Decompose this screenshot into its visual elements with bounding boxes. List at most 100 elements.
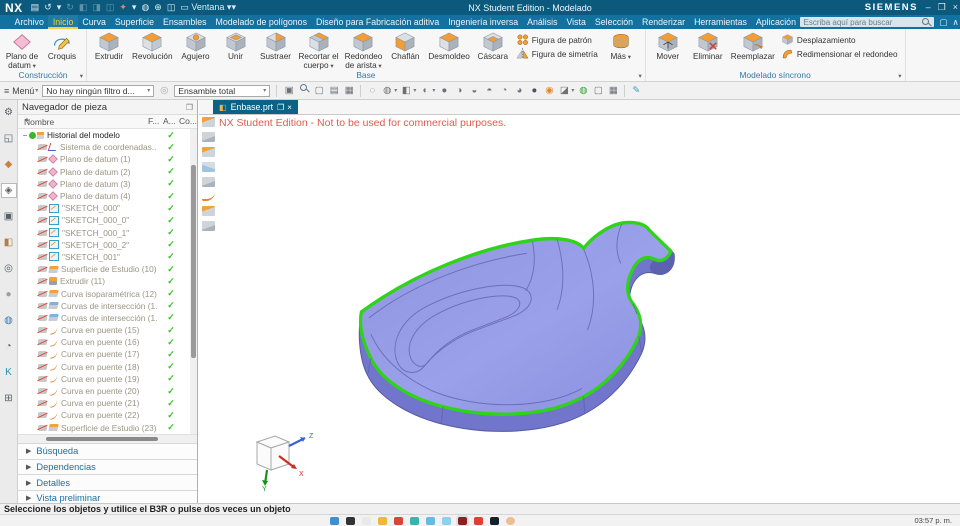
timestamp-check-icon[interactable]: ✓ [164, 264, 178, 275]
graphics-window[interactable]: ◧ Enbase.prt ❐ × NX Student Edition - Not… [199, 100, 960, 503]
timestamp-check-icon[interactable]: ✓ [164, 227, 178, 238]
display-sphere-6-icon[interactable]: ◕ [513, 85, 525, 97]
menu-tab-superficie[interactable]: Superficie [110, 15, 158, 29]
tree-row-curva-en-puente-21[interactable]: Curva en puente (21) ✓ [18, 397, 197, 409]
timestamp-check-icon[interactable]: ✓ [164, 215, 178, 226]
taskbar-app-lightblue[interactable] [426, 517, 435, 525]
window-layout-icon[interactable]: ▣ [283, 85, 295, 97]
taskbar-app-teal[interactable] [410, 517, 419, 525]
menu-tab-renderizar[interactable]: Renderizar [638, 15, 690, 29]
suppress-eye-icon[interactable] [38, 375, 47, 382]
search-input[interactable]: Escriba aquí para buscar [800, 17, 935, 27]
navigator-section-vista-preliminar[interactable]: ▶ Vista preliminar [18, 490, 197, 503]
tree-row-curva-en-puente-17[interactable]: Curva en puente (17) ✓ [18, 348, 197, 360]
menu-tab-archivo[interactable]: Archivo [10, 15, 48, 29]
navigator-section-detalles[interactable]: ▶ Detalles [18, 474, 197, 491]
fullscreen-icon[interactable]: ▢ [939, 17, 947, 28]
menu-tab-ingenieria-inversa[interactable]: Ingeniería inversa [444, 15, 523, 29]
ribbon-button-agujero[interactable]: Agujero [176, 31, 216, 61]
bridge-curve-icon[interactable] [202, 192, 215, 201]
machining-wizard-icon[interactable]: ⊞ [2, 392, 16, 405]
ribbon-button-sustraer[interactable]: Sustraer [256, 31, 296, 61]
taskbar-app-sky[interactable] [442, 517, 451, 525]
ribbon-button-plano-de-datum[interactable]: Plano de datum ▾ [2, 31, 42, 71]
cut-icon[interactable]: ◧ [79, 2, 88, 13]
timestamp-check-icon[interactable]: ✓ [164, 386, 178, 397]
navigator-section-busqueda[interactable]: ▶ Búsqueda [18, 443, 197, 459]
menu-tab-herramientas[interactable]: Herramientas [690, 15, 752, 29]
suppress-eye-icon[interactable] [38, 168, 47, 175]
tree-row-sketch-000-0[interactable]: "SKETCH_000_0" ✓ [18, 214, 197, 226]
suppress-eye-icon[interactable] [38, 266, 47, 273]
suppress-eye-icon[interactable] [38, 144, 47, 151]
information-window-icon[interactable]: ▤ [328, 85, 340, 97]
menu-tab-analisis[interactable]: Análisis [523, 15, 562, 29]
taskbar-app-dark[interactable] [490, 517, 499, 525]
selection-filter-dropdown[interactable]: No hay ningún filtro d... ▾ [42, 84, 155, 97]
find-feature-icon[interactable] [298, 84, 310, 97]
minimize-button[interactable]: – [926, 2, 931, 13]
suppress-eye-icon[interactable] [38, 253, 47, 260]
timestamp-check-icon[interactable]: ✓ [164, 312, 178, 323]
timestamp-check-icon[interactable]: ✓ [164, 349, 178, 360]
timestamp-check-icon[interactable]: ✓ [164, 325, 178, 336]
timestamp-check-icon[interactable]: ✓ [164, 154, 178, 165]
tree-row-curva-en-puente-15[interactable]: Curva en puente (15) ✓ [18, 324, 197, 336]
through-curves-icon[interactable] [202, 132, 215, 142]
timestamp-check-icon[interactable]: ✓ [164, 142, 178, 153]
tree-row-plano-de-datum-1[interactable]: Plano de datum (1) ✓ [18, 153, 197, 165]
constraint-navigator-icon[interactable]: ◆ [2, 158, 16, 171]
timestamp-check-icon[interactable]: ✓ [164, 166, 178, 177]
tree-scrollbar[interactable] [190, 129, 197, 434]
sketch-pencil-icon[interactable]: ✎ [630, 85, 642, 97]
view-triad[interactable]: Z X Y [241, 426, 317, 493]
ribbon-button-mas[interactable]: Más ▾ [601, 31, 641, 62]
ribbon-button-croquis[interactable]: Croquis [42, 31, 82, 61]
assign-material-icon[interactable]: ◪ [558, 85, 570, 97]
column-f[interactable]: F... [148, 116, 159, 126]
ribbon-item-figura-de-patron[interactable]: Figura de patrón [516, 33, 598, 47]
timestamp-check-icon[interactable]: ✓ [164, 361, 178, 372]
taskbar-app-blue[interactable] [330, 517, 339, 525]
roles-gear-icon[interactable]: ⚙ [2, 106, 16, 119]
timestamp-check-icon[interactable]: ✓ [164, 410, 178, 421]
paste-icon[interactable]: ◫ [106, 2, 115, 13]
knowledge-fusion-icon[interactable]: K [2, 366, 16, 379]
tree-row-curva-en-puente-16[interactable]: Curva en puente (16) ✓ [18, 336, 197, 348]
hd3d-tools-icon[interactable]: ◎ [2, 262, 16, 275]
menu-tab-vista[interactable]: Vista [562, 15, 590, 29]
timestamp-check-icon[interactable]: ✓ [164, 191, 178, 202]
display-sphere-4-icon[interactable]: ◓ [483, 85, 495, 97]
orient-view-icon[interactable]: ◧ [400, 85, 412, 97]
undo-dropdown-icon[interactable]: ▾ [57, 2, 62, 13]
ribbon-item-figura-de-simetria[interactable]: Figura de simetría [516, 47, 598, 61]
suppress-eye-icon[interactable] [38, 217, 47, 224]
rounds-icon[interactable]: ● [2, 288, 16, 301]
suppress-eye-icon[interactable] [38, 156, 47, 163]
timestamp-check-icon[interactable]: ✓ [164, 398, 178, 409]
tree-row-plano-de-datum-2[interactable]: Plano de datum (2) ✓ [18, 166, 197, 178]
tree-row-sketch-000[interactable]: "SKETCH_000" ✓ [18, 202, 197, 214]
tree-row-superficie-de-estudio-10[interactable]: Superficie de Estudio (10) ✓ [18, 263, 197, 275]
suppress-eye-icon[interactable] [38, 241, 47, 248]
wireframe-display-icon[interactable]: ◌ [366, 85, 378, 97]
tree-hscrollbar-thumb[interactable] [46, 437, 158, 441]
restore-button[interactable]: ❐ [938, 2, 946, 13]
timestamp-check-icon[interactable]: ✓ [164, 288, 178, 299]
tree-hscrollbar[interactable] [18, 434, 197, 443]
tab-enbase[interactable]: ◧ Enbase.prt ❐ × [213, 100, 298, 114]
menu-tab-ensambles[interactable]: Ensambles [158, 15, 211, 29]
shaded-with-edges-icon[interactable]: ◍ [381, 85, 393, 97]
suppress-eye-icon[interactable] [38, 278, 47, 285]
menu-tab-inicio[interactable]: Inicio [48, 15, 78, 29]
taskbar-app-nx[interactable] [458, 517, 467, 525]
suppress-eye-icon[interactable] [38, 388, 47, 395]
column-a[interactable]: A... [163, 116, 176, 126]
suppress-eye-icon[interactable] [38, 229, 47, 236]
offset-surface-icon[interactable] [202, 177, 215, 187]
ribbon-button-desmoldeo[interactable]: Desmoldeo [425, 31, 472, 61]
timestamp-check-icon[interactable]: ✓ [164, 203, 178, 214]
dialog-box-icon[interactable]: ▢ [313, 85, 325, 97]
tree-row-superficie-de-estudio-23[interactable]: Superficie de Estudio (23) ✓ [18, 422, 197, 434]
microphone-icon[interactable]: ◍ [141, 2, 149, 13]
